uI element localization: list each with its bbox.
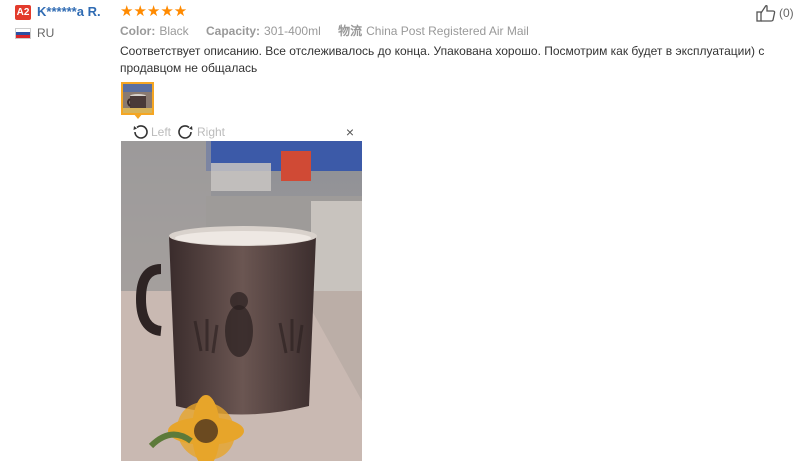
order-meta: Color: Black Capacity: 301-400ml 物流 China P…	[120, 22, 543, 39]
color-value: Black	[159, 24, 189, 38]
rotate-right-label: Right	[197, 125, 226, 139]
rotate-left-icon	[133, 125, 148, 139]
thumbs-up-icon	[756, 5, 776, 22]
shipping-label: 物流	[338, 24, 363, 38]
shipping-value: China Post Registered Air Mail	[366, 24, 529, 38]
review-text: Соответствует описанию. Все отслеживалос…	[120, 44, 765, 75]
capacity-label: Capacity:	[206, 24, 261, 38]
rotate-right-button[interactable]: Right	[177, 124, 225, 140]
review-photo-thumbnail[interactable]	[121, 82, 154, 115]
image-viewer-toolbar: Left Right ×	[121, 124, 362, 140]
review-photo	[121, 141, 362, 461]
reviewer-avatar: A2	[15, 5, 31, 20]
star-rating: ★★★★★	[120, 3, 188, 20]
color-label: Color:	[120, 24, 156, 38]
helpful-like-button[interactable]: (0)	[756, 4, 794, 22]
like-count: (0)	[779, 6, 794, 20]
reviewer-country: RU	[37, 26, 55, 40]
reviewer-name: K******a R.	[37, 4, 101, 19]
thumbnail-selected-caret	[133, 113, 143, 119]
capacity-value: 301-400ml	[264, 24, 321, 38]
rotate-left-button[interactable]: Left	[131, 124, 171, 140]
close-icon[interactable]: ×	[346, 124, 354, 140]
rotate-left-label: Left	[151, 125, 172, 139]
rotate-right-icon	[178, 125, 193, 139]
country-flag-icon	[15, 28, 31, 39]
